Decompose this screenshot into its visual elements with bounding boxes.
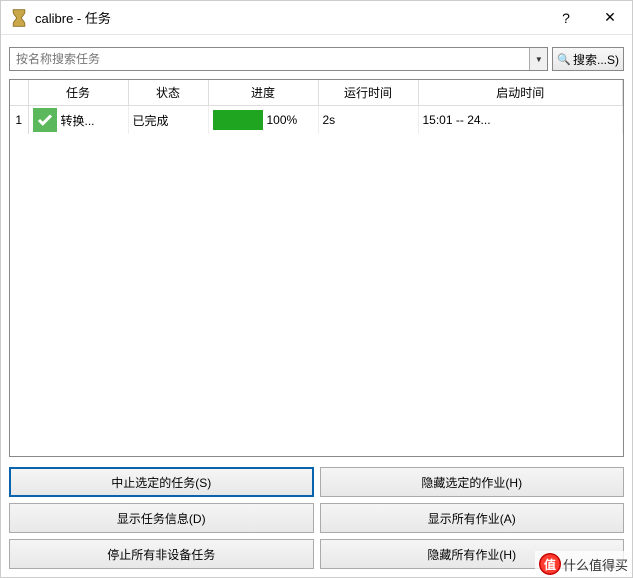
titlebar: calibre - 任务 ? ✕ xyxy=(1,1,632,35)
search-button[interactable]: 🔍 搜索...S) xyxy=(552,47,624,71)
col-runtime[interactable]: 运行时间 xyxy=(318,80,418,106)
cell-runtime: 2s xyxy=(318,106,418,135)
cell-rownum: 1 xyxy=(10,106,28,135)
cell-status: 已完成 xyxy=(128,106,208,135)
search-row: ▼ 🔍 搜索...S) xyxy=(1,35,632,79)
task-info-button[interactable]: 显示任务信息(D) xyxy=(9,503,314,533)
stop-non-device-button[interactable]: 停止所有非设备任务 xyxy=(9,539,314,569)
cell-task: 转换... xyxy=(28,106,128,135)
cell-started: 15:01 -- 24... xyxy=(418,106,623,135)
search-combo[interactable]: ▼ xyxy=(9,47,548,71)
cell-progress: 100% xyxy=(208,106,318,135)
col-rownum[interactable] xyxy=(10,80,28,106)
table-header-row: 任务 状态 进度 运行时间 启动时间 xyxy=(10,80,623,106)
col-status[interactable]: 状态 xyxy=(128,80,208,106)
stop-selected-button[interactable]: 中止选定的任务(S) xyxy=(9,467,314,497)
col-started[interactable]: 启动时间 xyxy=(418,80,623,106)
search-button-label: 搜索...S) xyxy=(573,51,619,68)
col-progress[interactable]: 进度 xyxy=(208,80,318,106)
window-title: calibre - 任务 xyxy=(35,8,544,27)
col-task[interactable]: 任务 xyxy=(28,80,128,106)
progress-bar xyxy=(213,110,263,130)
button-grid: 中止选定的任务(S) 隐藏选定的作业(H) 显示任务信息(D) 显示所有作业(A… xyxy=(1,463,632,577)
hide-selected-button[interactable]: 隐藏选定的作业(H) xyxy=(320,467,625,497)
help-button[interactable]: ? xyxy=(544,1,588,35)
checkmark-icon xyxy=(33,108,57,132)
search-input[interactable] xyxy=(10,48,529,70)
hide-all-button[interactable]: 隐藏所有作业(H) xyxy=(320,539,625,569)
dropdown-toggle-icon[interactable]: ▼ xyxy=(529,48,547,70)
hourglass-icon xyxy=(9,8,29,28)
show-all-button[interactable]: 显示所有作业(A) xyxy=(320,503,625,533)
table-row[interactable]: 1 转换... 已完成 100% 2s xyxy=(10,106,623,135)
progress-label: 100% xyxy=(267,113,298,127)
tasks-table: 任务 状态 进度 运行时间 启动时间 1 转换... 已完成 xyxy=(9,79,624,457)
close-button[interactable]: ✕ xyxy=(588,1,632,35)
search-icon: 🔍 xyxy=(557,53,571,66)
